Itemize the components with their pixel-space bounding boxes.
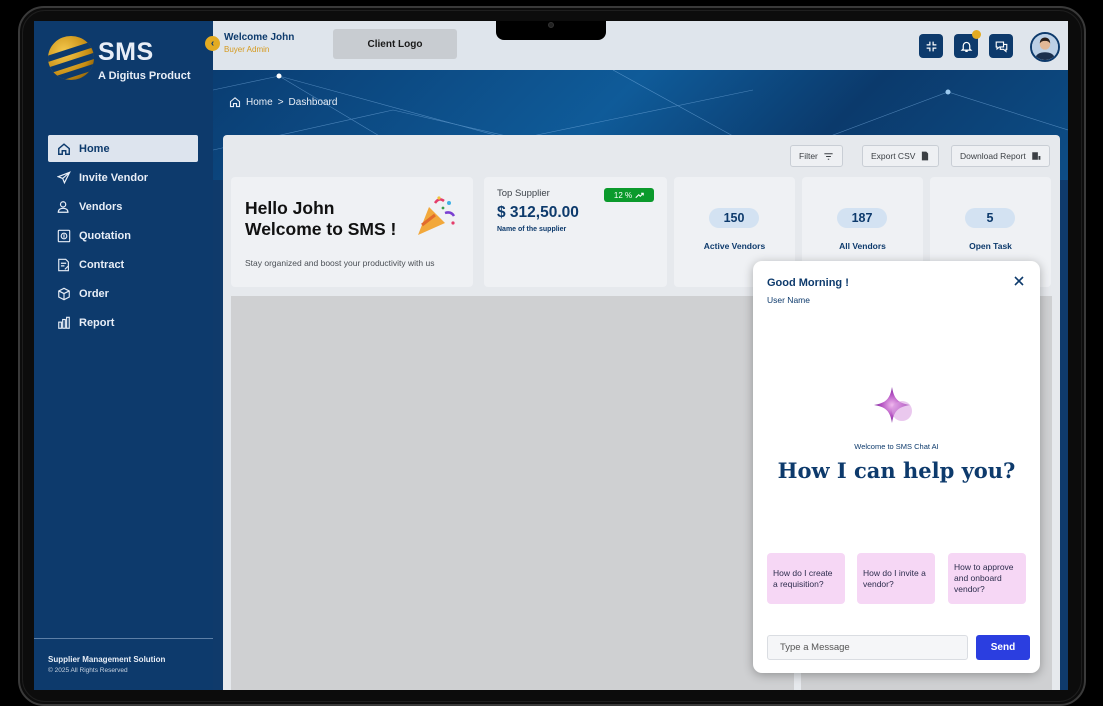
chat-assistant-panel: Good Morning ! User Name Welcome to SMS …: [753, 261, 1040, 673]
sidebar-item-invite-vendor[interactable]: Invite Vendor: [48, 164, 198, 191]
export-label: Export CSV: [871, 151, 916, 161]
stat-value: 5: [965, 208, 1015, 228]
sidebar-item-label: Report: [79, 316, 115, 329]
camera-notch: [496, 21, 606, 40]
contract-icon: [57, 258, 71, 272]
notification-dot: [972, 30, 981, 39]
sidebar-item-label: Quotation: [79, 229, 131, 242]
greeting-line2: Welcome to SMS !: [245, 219, 397, 239]
sidebar-item-order[interactable]: Order: [48, 280, 198, 307]
stat-value: 150: [709, 208, 759, 228]
stat-label: All Vendors: [839, 241, 886, 251]
messages-button[interactable]: [989, 34, 1013, 58]
breadcrumb: Home > Dashboard: [229, 96, 337, 108]
stat-label: Open Task: [969, 241, 1012, 251]
welcome-text: Welcome John: [224, 32, 295, 43]
growth-badge: 12 %: [604, 188, 654, 202]
breadcrumb-separator: >: [277, 96, 284, 108]
filter-label: Filter: [799, 151, 818, 161]
greeting-heading: Hello John Welcome to SMS !: [245, 198, 396, 240]
party-popper-icon: [418, 196, 456, 235]
home-icon: [229, 97, 241, 108]
sidebar-footer-copyright: © 2025 All Rights Reserved: [48, 667, 128, 674]
greeting-subtitle: Stay organized and boost your productivi…: [245, 258, 435, 268]
bell-icon: [960, 41, 972, 52]
quotation-icon: [57, 229, 71, 243]
chat-headline: How I can help you?: [777, 458, 1016, 483]
download-report-button[interactable]: Download Report: [951, 145, 1050, 167]
send-icon: [57, 170, 71, 185]
close-icon[interactable]: [1012, 274, 1026, 288]
sidebar: SMS A Digitus Product Home Invite Vendor…: [34, 21, 213, 690]
sidebar-nav: Home Invite Vendor Vendors Quotation Con…: [48, 135, 198, 338]
stat-value: 187: [837, 208, 887, 228]
filter-icon: [824, 152, 833, 160]
sidebar-item-home[interactable]: Home: [48, 135, 198, 162]
breadcrumb-current: Dashboard: [288, 96, 338, 108]
file-icon: [922, 151, 929, 161]
sidebar-item-quotation[interactable]: Quotation: [48, 222, 198, 249]
suggestion-chip[interactable]: How do I invite a vendor?: [857, 553, 935, 604]
top-supplier-label: Top Supplier: [497, 188, 550, 199]
export-csv-button[interactable]: Export CSV: [862, 145, 940, 167]
app-name: SMS: [98, 38, 154, 66]
chart-placeholder-panel: [231, 296, 794, 690]
sidebar-item-report[interactable]: Report: [48, 309, 198, 336]
minimize-icon: [926, 41, 936, 51]
sidebar-item-label: Home: [79, 142, 110, 155]
app-logo[interactable]: SMS A Digitus Product: [48, 34, 198, 89]
users-icon: [57, 200, 71, 214]
collapse-sidebar-button[interactable]: ‹: [205, 36, 220, 51]
message-input[interactable]: Type a Message: [767, 635, 968, 660]
fullscreen-button[interactable]: [919, 34, 943, 58]
sparkle-icon: [874, 387, 912, 423]
box-icon: [57, 287, 71, 301]
download-icon: [1031, 152, 1041, 160]
chat-greeting: Good Morning !: [767, 277, 849, 289]
suggestion-chip[interactable]: How to approve and onboard vendor?: [948, 553, 1026, 604]
send-button[interactable]: Send: [976, 635, 1030, 660]
stat-label: Active Vendors: [703, 241, 766, 251]
sidebar-item-label: Contract: [79, 258, 125, 271]
sidebar-item-vendors[interactable]: Vendors: [48, 193, 198, 220]
filter-button[interactable]: Filter: [790, 145, 843, 167]
download-label: Download Report: [960, 151, 1026, 161]
app-tagline: A Digitus Product: [98, 70, 191, 82]
bar-chart-icon: [57, 316, 71, 330]
sidebar-item-contract[interactable]: Contract: [48, 251, 198, 278]
globe-logo-icon: [48, 36, 94, 80]
greeting-card: Hello John Welcome to SMS ! Stay organiz…: [231, 177, 473, 287]
suggestion-chip[interactable]: How do I create a requisition?: [767, 553, 845, 604]
sidebar-divider: [34, 638, 213, 639]
app-screen: SMS A Digitus Product Home Invite Vendor…: [34, 21, 1068, 690]
home-icon: [57, 142, 71, 156]
user-role: Buyer Admin: [224, 45, 270, 54]
growth-badge-value: 12 %: [613, 190, 633, 200]
user-avatar-icon: [1032, 34, 1058, 60]
chat-icon: [995, 40, 1007, 53]
breadcrumb-home[interactable]: Home: [246, 97, 273, 108]
client-logo: Client Logo: [333, 29, 457, 59]
top-supplier-card: Top Supplier 12 % $ 312,50.00 Name of th…: [484, 177, 667, 287]
sidebar-footer-title: Supplier Management Solution: [48, 655, 166, 664]
notifications-button[interactable]: [954, 30, 981, 58]
top-bar: Welcome John Buyer Admin Client Logo: [213, 21, 1068, 70]
chevron-left-icon: ‹: [210, 38, 215, 49]
sidebar-item-label: Invite Vendor: [79, 171, 149, 184]
top-supplier-value: $ 312,50.00: [497, 204, 579, 221]
sidebar-item-label: Vendors: [79, 200, 123, 213]
greeting-line1: Hello John: [245, 198, 335, 218]
trending-up-icon: [635, 192, 644, 198]
sidebar-item-label: Order: [79, 287, 109, 300]
chat-user-name: User Name: [767, 295, 810, 305]
top-supplier-name: Name of the supplier: [497, 226, 567, 233]
avatar[interactable]: [1030, 32, 1060, 62]
chat-welcome-text: Welcome to SMS Chat AI: [854, 442, 939, 451]
